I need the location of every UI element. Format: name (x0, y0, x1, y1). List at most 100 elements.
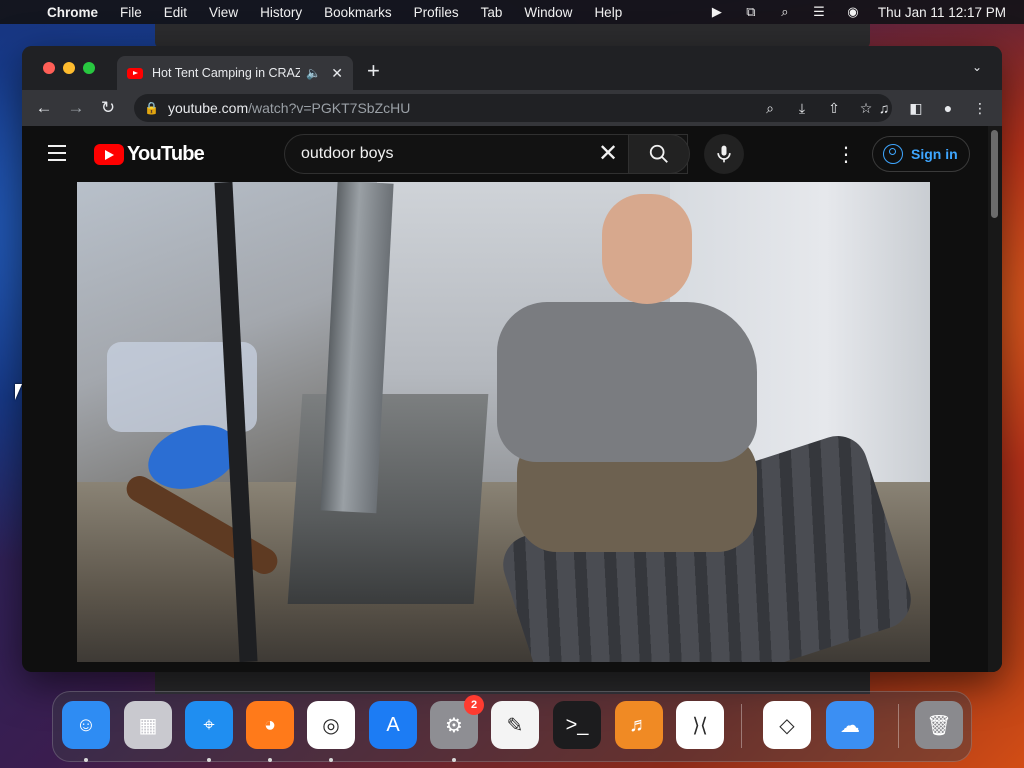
site-info-lock-icon[interactable]: 🔒 (144, 101, 159, 115)
spotlight-search-icon[interactable]: ⌕ (768, 4, 802, 20)
menu-file[interactable]: File (109, 5, 153, 20)
address-path: /watch?v=PGKT7SbZcHU (248, 100, 411, 116)
browser-tab-active[interactable]: Hot Tent Camping in CRAZ 🔈 ✕ (117, 56, 353, 90)
finder-icon[interactable]: ☺ (62, 701, 110, 749)
youtube-logo-text: YouTube (127, 143, 205, 165)
back-button[interactable]: ← (28, 98, 60, 118)
firefox-icon[interactable]: ◕ (246, 701, 294, 749)
running-indicator (207, 758, 211, 762)
address-bar[interactable]: 🔒 youtube.com /watch?v=PGKT7SbZcHU ⌕ ⤓ ⇧… (134, 94, 892, 122)
menu-window[interactable]: Window (513, 5, 583, 20)
chrome-menu-icon[interactable]: ⋮ (964, 100, 996, 117)
menu-view[interactable]: View (198, 5, 249, 20)
launchpad-icon[interactable]: ▦ (124, 701, 172, 749)
mouse-cursor-icon (15, 384, 22, 400)
toolbar-right-actions: ♫ ◧ ● ⋮ (868, 90, 996, 126)
dock: ☺ ▦ ⌖ ◕ ◎ A ⚙ 2 ✎ >_ ♬ ⟩⟨ ◇ ☁ 🗑 (52, 691, 972, 762)
trash-icon[interactable]: 🗑 (915, 701, 963, 749)
running-indicator (329, 758, 333, 762)
tab-search-chevron-icon[interactable]: ⌄ (972, 60, 982, 74)
menu-tab[interactable]: Tab (470, 5, 514, 20)
finder-icon-glyph: ☺ (75, 713, 97, 736)
terminal-icon-glyph: >_ (565, 713, 589, 736)
side-panel-icon[interactable]: ◧ (900, 100, 932, 117)
window-minimize-button[interactable] (63, 62, 75, 74)
siri-icon[interactable]: ◉ (836, 4, 870, 20)
video-player[interactable] (77, 182, 930, 662)
install-app-icon[interactable]: ⤓ (786, 100, 818, 117)
chrome-window: Hot Tent Camping in CRAZ 🔈 ✕ + ⌄ ← → ↻ 🔒… (22, 46, 1002, 672)
menu-profiles[interactable]: Profiles (403, 5, 470, 20)
play-status-icon[interactable]: ▶ (700, 4, 734, 20)
youtube-favicon-icon (127, 67, 143, 79)
account-circle-icon (883, 144, 903, 164)
screen-mirror-icon[interactable]: ⧉ (734, 4, 768, 20)
address-host: youtube.com (167, 100, 249, 116)
menu-history[interactable]: History (249, 5, 313, 20)
menu-app-name[interactable]: Chrome (36, 5, 109, 20)
safari-icon[interactable]: ⌖ (185, 701, 233, 749)
reload-button[interactable]: ↻ (92, 98, 124, 118)
weather-icon-glyph: ☁ (840, 714, 860, 737)
voice-search-button[interactable] (704, 134, 744, 174)
vscode-icon[interactable]: ⟩⟨ (676, 701, 724, 749)
video-frame-stove (287, 394, 489, 604)
clear-search-icon[interactable]: ✕ (598, 139, 618, 168)
control-center-icon[interactable]: ☰ (802, 4, 836, 20)
media-control-icon[interactable]: ♫ (868, 100, 900, 116)
weather-icon[interactable]: ☁ (826, 701, 874, 749)
terminal-icon[interactable]: >_ (553, 701, 601, 749)
menu-edit[interactable]: Edit (153, 5, 198, 20)
running-indicator (84, 758, 88, 762)
menu-help[interactable]: Help (583, 5, 633, 20)
visual-studio-icon[interactable]: ◇ (763, 701, 811, 749)
youtube-logo[interactable]: YouTube (94, 143, 205, 166)
app-store-icon-glyph: A (386, 713, 400, 736)
tab-close-icon[interactable]: ✕ (331, 65, 343, 82)
menu-bar-status: ▶ ⧉ ⌕ ☰ ◉ Thu Jan 11 12:17 PM (700, 4, 1024, 20)
menu-bar-clock[interactable]: Thu Jan 11 12:17 PM (870, 5, 1006, 20)
page-scrollbar-thumb[interactable] (991, 130, 998, 218)
running-indicator (452, 758, 456, 762)
sign-in-label: Sign in (911, 146, 958, 162)
search-icon (649, 144, 668, 163)
window-close-button[interactable] (43, 62, 55, 74)
profile-icon[interactable]: ● (932, 100, 964, 116)
share-icon[interactable]: ⇧ (818, 100, 850, 117)
microphone-icon (717, 145, 731, 163)
zoom-search-icon[interactable]: ⌕ (754, 100, 786, 117)
system-settings-icon[interactable]: ⚙ 2 (430, 695, 484, 749)
garageband-icon-glyph: ♬ (629, 713, 649, 736)
launchpad-icon-glyph: ▦ (138, 714, 158, 737)
window-zoom-button[interactable] (83, 62, 95, 74)
youtube-header: YouTube outdoor boys ✕ ⋮ Sign in (22, 126, 988, 182)
background-window (155, 24, 870, 48)
youtube-page: YouTube outdoor boys ✕ ⋮ Sign in (22, 126, 1002, 672)
forward-button[interactable]: → (60, 98, 92, 118)
running-indicator (268, 758, 272, 762)
address-bar-actions: ⌕ ⤓ ⇧ ☆ (754, 100, 882, 117)
settings-menu-icon[interactable]: ⋮ (836, 142, 856, 167)
audio-playing-icon[interactable]: 🔈 (306, 66, 321, 80)
new-tab-button[interactable]: + (367, 58, 380, 84)
firefox-icon-glyph: ◕ (263, 713, 277, 736)
app-store-icon[interactable]: A (369, 701, 417, 749)
garageband-icon[interactable]: ♬ (615, 701, 663, 749)
menu-bookmarks[interactable]: Bookmarks (313, 5, 403, 20)
video-frame-person-head (602, 194, 692, 304)
tab-title: Hot Tent Camping in CRAZ (152, 66, 301, 80)
search-button[interactable] (628, 134, 690, 174)
guide-menu-icon[interactable] (48, 145, 66, 166)
tab-strip: Hot Tent Camping in CRAZ 🔈 ✕ + ⌄ (22, 46, 1002, 90)
search-input-value: outdoor boys (301, 145, 394, 162)
video-frame-person-body (497, 302, 757, 462)
browser-toolbar: ← → ↻ 🔒 youtube.com /watch?v=PGKT7SbZcHU… (22, 90, 1002, 126)
textedit-icon[interactable]: ✎ (491, 701, 539, 749)
safari-icon-glyph: ⌖ (203, 713, 215, 736)
trash-icon-glyph: 🗑 (926, 714, 952, 737)
chrome-icon[interactable]: ◎ (307, 701, 355, 749)
dock-separator (898, 704, 899, 748)
sign-in-button[interactable]: Sign in (872, 136, 970, 172)
visual-studio-icon-glyph: ◇ (779, 714, 795, 737)
dock-separator (741, 704, 742, 748)
